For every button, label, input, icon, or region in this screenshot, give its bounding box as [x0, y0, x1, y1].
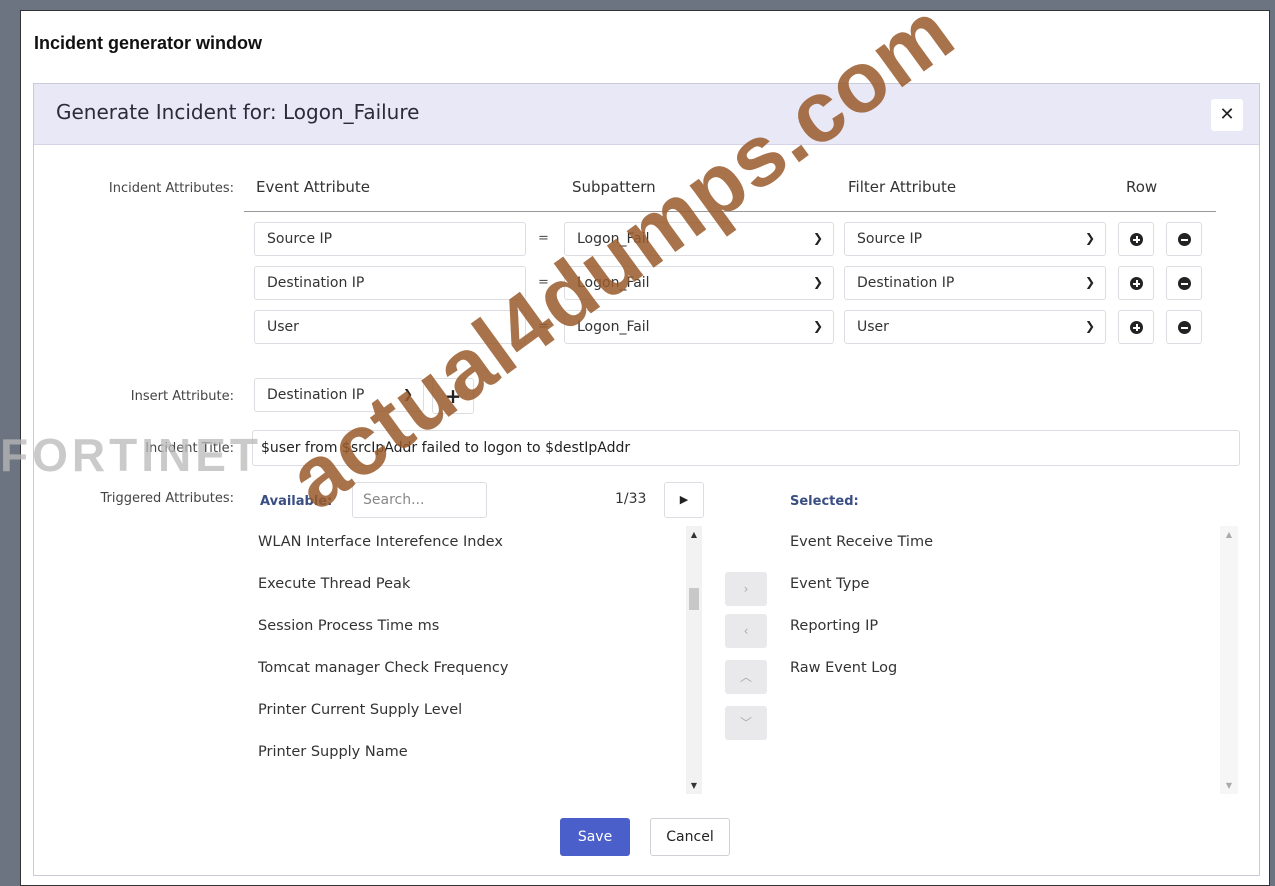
list-item[interactable]: Printer Supply Name — [258, 732, 678, 774]
column-row: Row — [1126, 178, 1158, 196]
chevron-down-icon: ❯ — [1084, 231, 1095, 245]
selected-scrollbar[interactable]: ▲ ▼ — [1220, 526, 1238, 794]
cancel-button[interactable]: Cancel — [650, 818, 730, 856]
dialog-header: Generate Incident for: Logon_Failure ✕ — [34, 84, 1259, 145]
minus-circle-icon — [1178, 321, 1191, 334]
minus-circle-icon — [1178, 277, 1191, 290]
caret-right-icon: ▶ — [679, 493, 689, 506]
scroll-up-icon[interactable]: ▲ — [1220, 530, 1238, 539]
plus-circle-icon — [1130, 233, 1143, 246]
dialog-title: Generate Incident for: Logon_Failure — [56, 100, 420, 124]
add-row-button[interactable] — [1118, 222, 1154, 256]
list-item[interactable]: Reporting IP — [790, 606, 1210, 648]
window-frame-right — [1270, 0, 1275, 886]
list-item[interactable]: Event Receive Time — [790, 522, 1210, 564]
plus-circle-icon — [1130, 321, 1143, 334]
filter-attribute-value: Destination IP — [857, 275, 955, 291]
list-item[interactable]: Session Process Time ms — [258, 606, 678, 648]
selected-label: Selected: — [790, 494, 859, 509]
available-attributes-list: WLAN Interface Interefence Index Execute… — [258, 522, 678, 796]
chevron-right-icon: › — [743, 582, 749, 596]
list-item[interactable]: Raw Event Log — [790, 648, 1210, 690]
window-frame-top — [0, 0, 1275, 10]
chevron-down-icon: ﹀ — [739, 716, 752, 730]
list-item[interactable]: Execute Thread Peak — [258, 564, 678, 606]
filter-attribute-select[interactable]: User ❯ — [844, 310, 1106, 344]
remove-row-button[interactable] — [1166, 222, 1202, 256]
chevron-down-icon: ❯ — [812, 275, 823, 289]
remove-row-button[interactable] — [1166, 310, 1202, 344]
available-scrollbar[interactable]: ▲ ▼ — [686, 526, 702, 794]
save-button[interactable]: Save — [560, 818, 630, 856]
plus-circle-icon — [1130, 277, 1143, 290]
filter-attribute-value: Source IP — [857, 231, 923, 247]
filter-attribute-value: User — [857, 319, 889, 335]
column-filter-attribute: Filter Attribute — [848, 178, 957, 196]
minus-circle-icon — [1178, 233, 1191, 246]
list-item[interactable]: Tomcat manager Check Frequency — [258, 648, 678, 690]
chevron-down-icon: ❯ — [1084, 275, 1095, 289]
scroll-down-icon[interactable]: ▼ — [686, 781, 702, 790]
close-icon[interactable]: ✕ — [1211, 99, 1243, 131]
selected-attributes-list: Event Receive Time Event Type Reporting … — [790, 522, 1210, 796]
list-item[interactable]: Printer Current Supply Level — [258, 690, 678, 732]
remove-row-button[interactable] — [1166, 266, 1202, 300]
scrollbar-thumb[interactable] — [689, 588, 699, 610]
add-row-button[interactable] — [1118, 310, 1154, 344]
move-up-button[interactable]: ︿ — [725, 660, 767, 694]
fortinet-logo-watermark: FORTINET — [0, 429, 262, 481]
triggered-attributes-label: Triggered Attributes: — [100, 491, 235, 506]
list-item[interactable]: WLAN Interface Interefence Index — [258, 522, 678, 564]
filter-attribute-select[interactable]: Destination IP ❯ — [844, 266, 1106, 300]
event-attribute-field[interactable]: Source IP — [254, 222, 526, 256]
chevron-down-icon: ❯ — [812, 231, 823, 245]
incident-attributes-label: Incident Attributes: — [108, 181, 234, 196]
column-event-attribute: Event Attribute — [256, 178, 370, 196]
filter-attribute-select[interactable]: Source IP ❯ — [844, 222, 1106, 256]
scroll-down-icon[interactable]: ▼ — [1220, 781, 1238, 790]
page-indicator: 1/33 — [615, 491, 647, 507]
chevron-down-icon: ❯ — [1084, 319, 1095, 333]
chevron-down-icon: ❯ — [812, 319, 823, 333]
window-caption: Incident generator window — [34, 33, 263, 53]
move-right-button[interactable]: › — [725, 572, 767, 606]
add-row-button[interactable] — [1118, 266, 1154, 300]
insert-attribute-label: Insert Attribute: — [130, 389, 234, 404]
move-down-button[interactable]: ﹀ — [725, 706, 767, 740]
next-page-button[interactable]: ▶ — [664, 482, 704, 518]
move-left-button[interactable]: ‹ — [725, 614, 767, 648]
equals-operator: = — [538, 231, 549, 246]
list-item[interactable]: Event Type — [790, 564, 1210, 606]
chevron-left-icon: ‹ — [743, 624, 749, 638]
scroll-up-icon[interactable]: ▲ — [686, 530, 702, 539]
chevron-up-icon: ︿ — [739, 670, 752, 684]
